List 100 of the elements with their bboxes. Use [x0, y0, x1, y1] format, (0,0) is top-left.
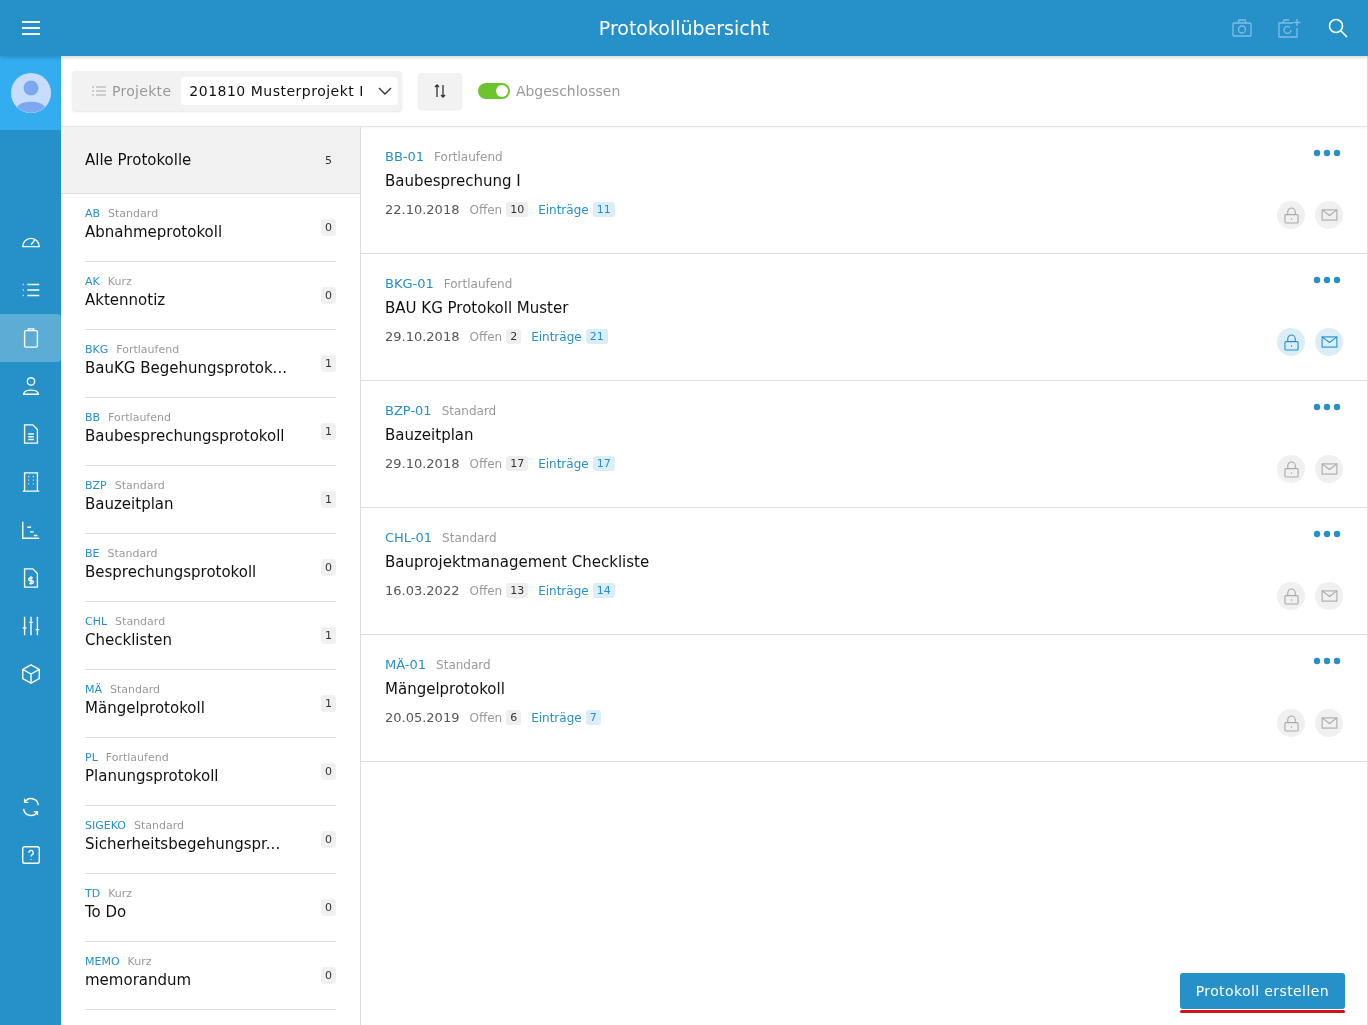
- category-code: SIGEKO: [85, 818, 126, 832]
- chevron-down-icon: [377, 87, 392, 95]
- category-type: Kurz: [127, 954, 152, 968]
- protocol-card[interactable]: BB-01 Fortlaufend Baubesprechung I 22.10.2018 Offen 10 Einträge 11: [361, 127, 1367, 254]
- category-item[interactable]: MEMO Kurz memorandum 0: [85, 942, 336, 1010]
- projects-label: Projekte: [112, 83, 172, 99]
- category-name: BauKG Begehungsprotok...: [85, 358, 287, 377]
- category-type: Fortlaufend: [105, 750, 169, 764]
- create-protocol-button[interactable]: Protokoll erstellen: [1179, 973, 1345, 1009]
- camera-add-icon[interactable]: [1278, 18, 1302, 38]
- lock-button[interactable]: [1277, 455, 1305, 483]
- category-code: BE: [85, 546, 100, 560]
- category-name: Planungsprotokoll: [85, 766, 219, 785]
- category-name: memorandum: [85, 970, 192, 989]
- protocol-type: Fortlaufend: [434, 150, 503, 164]
- more-icon[interactable]: [1313, 657, 1341, 665]
- sort-button[interactable]: [417, 73, 462, 109]
- protocol-title: Bauprojektmanagement Checkliste: [385, 553, 650, 571]
- protocol-id: MÄ-01: [385, 657, 427, 672]
- protocol-id: CHL-01: [385, 530, 433, 545]
- open-count: 6: [506, 710, 522, 725]
- lock-button[interactable]: [1277, 328, 1305, 356]
- more-icon[interactable]: [1313, 149, 1341, 157]
- rail-nav-item[interactable]: [0, 314, 61, 362]
- category-code: PL: [85, 750, 98, 764]
- open-label: Offen: [469, 329, 503, 344]
- protocol-title: Baubesprechung I: [385, 172, 522, 190]
- protocol-date: 16.03.2022: [385, 583, 460, 598]
- count-badge: 0: [321, 219, 336, 236]
- category-type: Standard: [110, 682, 161, 696]
- protocol-title: BAU KG Protokoll Muster: [385, 299, 570, 317]
- lock-button[interactable]: [1277, 709, 1305, 737]
- category-item[interactable]: BE Standard Besprechungsprotokoll 0: [85, 534, 336, 602]
- entries-count: 17: [592, 456, 615, 471]
- mail-button[interactable]: [1315, 328, 1343, 356]
- category-code: BB: [85, 410, 101, 424]
- category-item[interactable]: BZP Standard Bauzeitplan 1: [85, 466, 336, 534]
- search-icon[interactable]: [1328, 18, 1348, 38]
- protocol-card[interactable]: BKG-01 Fortlaufend BAU KG Protokoll Muster 29.10.2018 Offen 2 Einträge 21: [361, 254, 1367, 381]
- count-badge: 0: [321, 831, 336, 848]
- mail-button[interactable]: [1315, 201, 1343, 229]
- project-dropdown[interactable]: 201810 Musterprojekt I: [181, 77, 398, 105]
- category-type: Kurz: [107, 274, 132, 288]
- protocol-id: BKG-01: [385, 276, 434, 291]
- protocol-card[interactable]: CHL-01 Standard Bauprojektmanagement Checkliste 16.03.2022 Offen 13 Einträge 14: [361, 508, 1367, 635]
- mail-button[interactable]: [1315, 709, 1343, 737]
- category-item[interactable]: AB Standard Abnahmeprotokoll 0: [85, 194, 336, 262]
- category-name: To Do: [85, 902, 128, 921]
- help-icon[interactable]: [19, 844, 42, 866]
- protocol-date: 20.05.2019: [385, 710, 460, 725]
- category-code: TD: [85, 886, 101, 900]
- protocol-card[interactable]: BZP-01 Standard Bauzeitplan 29.10.2018 Offen 17 Einträge 17: [361, 381, 1367, 508]
- entries-label: Einträge: [538, 583, 589, 598]
- page-title: Protokollübersicht: [598, 17, 770, 39]
- more-icon[interactable]: [1313, 403, 1341, 411]
- entries-label: Einträge: [538, 202, 589, 217]
- more-icon[interactable]: [1313, 276, 1341, 284]
- protocol-title: Bauzeitplan: [385, 426, 475, 444]
- more-icon[interactable]: [1313, 530, 1341, 538]
- chart-icon: [19, 519, 42, 541]
- category-item[interactable]: MÄ Standard Mängelprotokoll 1: [85, 670, 336, 738]
- count-badge: 0: [321, 967, 336, 984]
- category-item[interactable]: Alle Protokolle 5: [61, 127, 360, 194]
- category-item[interactable]: PL Fortlaufend Planungsprotokoll 0: [85, 738, 336, 806]
- mail-button[interactable]: [1315, 455, 1343, 483]
- lock-button[interactable]: [1277, 201, 1305, 229]
- category-item[interactable]: TD Kurz To Do 0: [85, 874, 336, 942]
- entries-count: 21: [585, 329, 608, 344]
- menu-icon[interactable]: [21, 20, 41, 36]
- mail-button[interactable]: [1315, 582, 1343, 610]
- list-icon: [92, 85, 106, 97]
- category-code: BZP: [85, 478, 107, 492]
- protocol-card[interactable]: MÄ-01 Standard Mängelprotokoll 20.05.2019 Offen 6 Einträge 7: [361, 635, 1367, 762]
- lock-button[interactable]: [1277, 582, 1305, 610]
- lock-icon: [1283, 714, 1299, 732]
- open-label: Offen: [469, 456, 503, 471]
- lock-icon: [1283, 333, 1299, 351]
- category-item[interactable]: BKG Fortlaufend BauKG Begehungsprotok... 1: [85, 330, 336, 398]
- count-badge: 0: [321, 763, 336, 780]
- entries-label: Einträge: [531, 329, 582, 344]
- count-badge: 0: [321, 287, 336, 304]
- protocol-type: Fortlaufend: [443, 277, 513, 291]
- protocol-title: Mängelprotokoll: [385, 680, 506, 698]
- category-type: Standard: [115, 614, 166, 628]
- category-name: Baubesprechungsprotokoll: [85, 426, 285, 445]
- open-label: Offen: [469, 202, 503, 217]
- avatar-icon[interactable]: [10, 73, 51, 113]
- toggle-switch[interactable]: [477, 83, 510, 99]
- mail-icon: [1320, 717, 1338, 729]
- category-item[interactable]: SIGEKO Standard Sicherheitsbegehungspr... 0: [85, 806, 336, 874]
- lock-icon: [1283, 460, 1299, 478]
- open-count: 13: [506, 583, 529, 598]
- protocol-type: Standard: [442, 531, 497, 545]
- category-item[interactable]: CHL Standard Checklisten 1: [85, 602, 336, 670]
- category-item[interactable]: BB Fortlaufend Baubesprechungsprotokoll 1: [85, 398, 336, 466]
- mail-icon: [1320, 463, 1338, 475]
- entries-count: 11: [592, 202, 615, 217]
- category-item[interactable]: AK Kurz Aktennotiz 0: [85, 262, 336, 330]
- camera-icon[interactable]: [1232, 19, 1252, 37]
- category-type: Standard: [134, 818, 185, 832]
